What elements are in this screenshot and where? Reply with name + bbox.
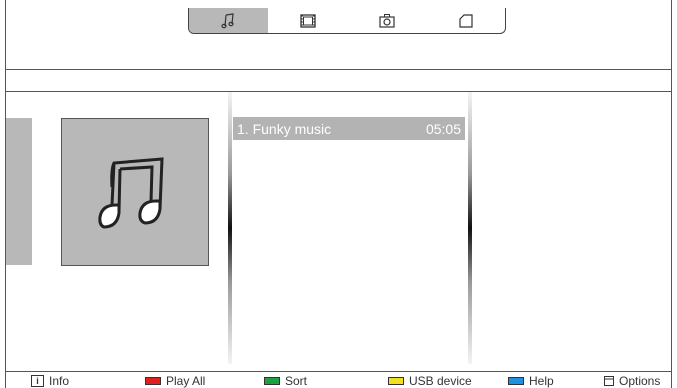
tab-folder[interactable]	[426, 8, 505, 33]
camera-icon	[378, 13, 395, 28]
music-note-icon	[98, 157, 164, 229]
header-divider-top	[5, 69, 672, 70]
album-art	[61, 118, 209, 266]
column-divider	[228, 92, 232, 364]
side-scroll-tab[interactable]	[6, 118, 32, 265]
options-icon	[604, 376, 614, 386]
track-list-item[interactable]: 1. Funky music 05:05	[233, 117, 465, 140]
sort-label: Sort	[285, 374, 308, 388]
tab-music[interactable]	[189, 8, 268, 33]
header-divider-bottom	[5, 91, 672, 92]
tab-photo[interactable]	[347, 8, 426, 33]
blue-key-icon	[508, 377, 524, 385]
play-all-label: Play All	[166, 374, 206, 388]
options-button[interactable]: Options	[604, 374, 660, 388]
yellow-key-icon	[388, 377, 404, 385]
bottom-bar: i Info Play All Sort USB device Help Opt…	[5, 371, 672, 388]
info-button[interactable]: i Info	[31, 374, 69, 388]
column-divider	[468, 92, 472, 364]
usb-device-button[interactable]: USB device	[388, 374, 472, 388]
film-icon	[299, 13, 316, 28]
green-key-icon	[264, 377, 280, 385]
music-note-icon	[220, 12, 234, 28]
info-label: Info	[49, 374, 70, 388]
red-key-icon	[145, 377, 161, 385]
options-label: Options	[619, 374, 661, 388]
media-tabs	[188, 8, 506, 34]
help-button[interactable]: Help	[508, 374, 554, 388]
folder-icon	[458, 13, 473, 28]
tab-video[interactable]	[268, 8, 347, 33]
sort-button[interactable]: Sort	[264, 374, 307, 388]
play-all-button[interactable]: Play All	[145, 374, 205, 388]
track-title: 1. Funky music	[237, 120, 332, 137]
track-duration: 05:05	[425, 120, 461, 137]
info-icon: i	[31, 375, 44, 387]
usb-label: USB device	[409, 374, 472, 388]
help-label: Help	[529, 374, 554, 388]
